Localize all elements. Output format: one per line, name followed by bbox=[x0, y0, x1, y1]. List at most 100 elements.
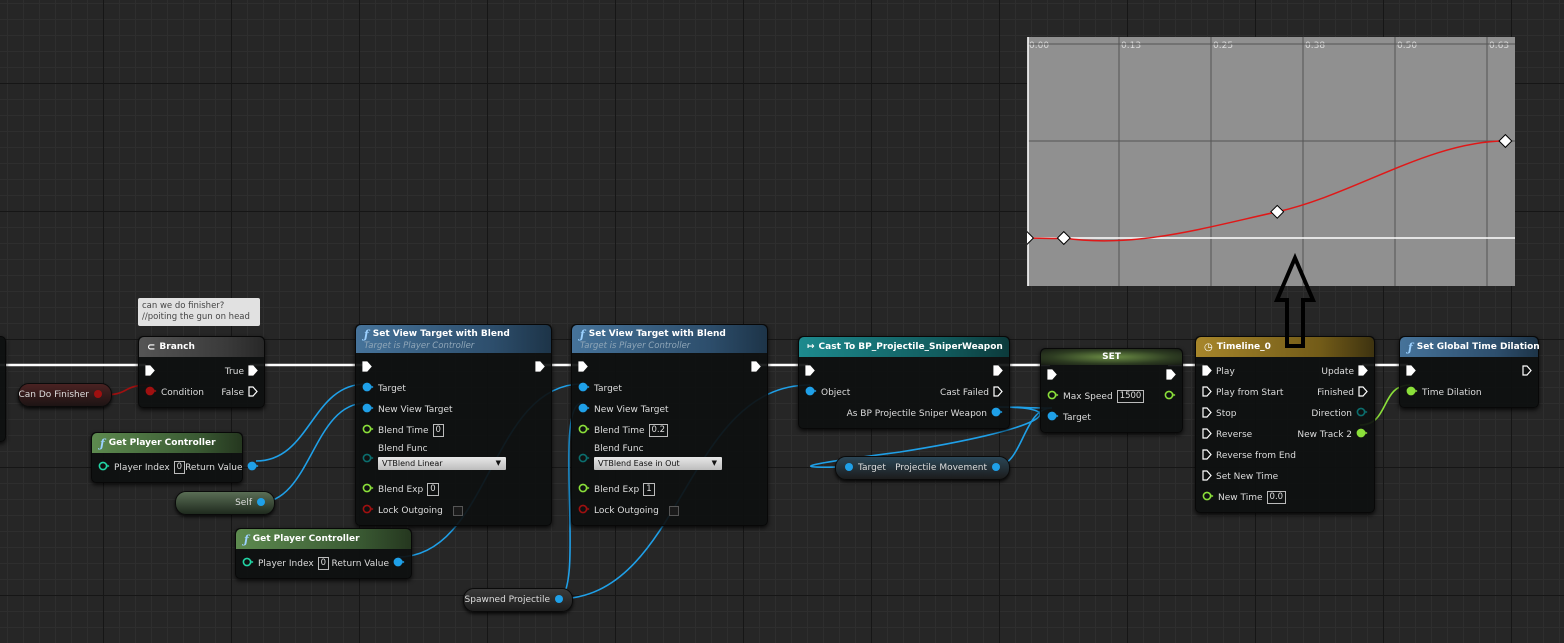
object-pin-icon[interactable] bbox=[362, 382, 374, 395]
node-header[interactable]: ƒ Set Global Time Dilation bbox=[1400, 337, 1540, 357]
object-pin-icon[interactable] bbox=[991, 462, 1001, 475]
exec-pin-icon[interactable] bbox=[578, 360, 588, 375]
exec-pin-icon[interactable] bbox=[535, 360, 545, 375]
exec-pin-icon[interactable] bbox=[1202, 385, 1212, 400]
curve-graph[interactable]: 0.00 0.13 0.25 0.38 0.50 0.63 bbox=[1027, 37, 1515, 286]
pin-row bbox=[356, 357, 551, 378]
node-branch-0[interactable]: ⊂ Branch True Condition False bbox=[138, 336, 265, 408]
pin-value-input[interactable]: 0 bbox=[173, 461, 186, 474]
object-pin-icon[interactable] bbox=[805, 386, 817, 399]
enum-pin-icon[interactable] bbox=[578, 453, 590, 466]
exec-pin-icon[interactable] bbox=[1202, 427, 1212, 442]
pin-label: Target bbox=[858, 463, 886, 473]
exec-pin-icon[interactable] bbox=[248, 385, 258, 400]
pin-value-input[interactable]: 0 bbox=[317, 557, 330, 570]
object-pin-icon[interactable] bbox=[247, 461, 259, 474]
bool-pin-icon[interactable] bbox=[362, 504, 374, 517]
node-timeline-0-7[interactable]: ◷ Timeline_0 Play Update Play from Start Fini… bbox=[1195, 336, 1375, 513]
float-pin-icon[interactable] bbox=[1406, 386, 1418, 399]
node-set-6[interactable]: SET Max Speed 1500 Target bbox=[1040, 348, 1183, 433]
float-pin-icon[interactable] bbox=[578, 424, 590, 437]
object-pin-icon[interactable] bbox=[1047, 411, 1059, 424]
exec-pin-icon[interactable] bbox=[1406, 364, 1416, 379]
exec-pin-icon[interactable] bbox=[362, 360, 372, 375]
float-pin-icon[interactable] bbox=[1356, 428, 1368, 441]
offscreen-node[interactable] bbox=[0, 336, 6, 442]
object-pin-icon[interactable] bbox=[393, 557, 405, 570]
pin-checkbox[interactable] bbox=[452, 505, 463, 516]
node-header[interactable]: ƒ Set View Target with Blend Target is Pla… bbox=[572, 325, 767, 353]
node-header[interactable]: ƒ Set View Target with Blend Target is Pla… bbox=[356, 325, 551, 353]
curve-key[interactable] bbox=[1498, 133, 1513, 149]
enum-pin-icon[interactable] bbox=[1356, 407, 1368, 420]
pin-value-input[interactable]: 0.0 bbox=[1266, 491, 1287, 504]
float-pin-icon[interactable] bbox=[578, 483, 590, 496]
object-pin-icon[interactable] bbox=[578, 403, 590, 416]
exec-pin-icon[interactable] bbox=[1202, 448, 1212, 463]
pin-checkbox[interactable] bbox=[668, 505, 679, 516]
enum-pin-icon[interactable] bbox=[362, 453, 374, 466]
exec-pin-icon[interactable] bbox=[1358, 364, 1368, 379]
exec-pin-icon[interactable] bbox=[1358, 385, 1368, 400]
curve-key[interactable] bbox=[1270, 204, 1285, 219]
pin-value-input[interactable]: 1500 bbox=[1116, 390, 1145, 403]
object-pin-icon[interactable] bbox=[578, 382, 590, 395]
node-header[interactable]: ⊂ Branch bbox=[139, 337, 264, 357]
exec-pin-icon[interactable] bbox=[751, 360, 761, 375]
pin-value-input[interactable]: 0 bbox=[432, 424, 444, 437]
timeline-curve-preview[interactable]: 0.00 0.13 0.25 0.38 0.50 0.63 bbox=[1027, 37, 1515, 286]
variable-spawned-projectile[interactable]: Spawned Projectile bbox=[463, 588, 573, 612]
blend-func-dropdown[interactable]: VTBlend Ease in Out ▼ bbox=[594, 457, 722, 470]
node-get-player-controller-1[interactable]: ƒ Get Player Controller Player Index 0 Retur… bbox=[91, 432, 259, 483]
variable-projectile-movement[interactable]: Target Projectile Movement bbox=[835, 456, 1010, 480]
curve-key[interactable] bbox=[1027, 230, 1035, 246]
bool-pin-icon[interactable] bbox=[93, 389, 103, 402]
float-pin-icon[interactable] bbox=[1047, 390, 1059, 403]
pin-value-input[interactable]: 0 bbox=[427, 483, 439, 496]
float-pin-icon[interactable] bbox=[362, 483, 374, 496]
object-pin-icon[interactable] bbox=[256, 497, 266, 510]
object-pin-icon[interactable] bbox=[991, 407, 1003, 420]
variable-self[interactable]: Self bbox=[175, 491, 275, 515]
int-pin-icon[interactable] bbox=[98, 461, 110, 474]
exec-pin-icon[interactable] bbox=[1047, 368, 1057, 383]
object-pin-icon[interactable] bbox=[362, 403, 374, 416]
bool-pin-icon[interactable] bbox=[578, 504, 590, 517]
pin-value-input[interactable]: 0.2 bbox=[648, 424, 669, 437]
object-pin-icon[interactable] bbox=[554, 594, 564, 607]
node-cast-to-bp-projectile-sniperweapon-5[interactable]: ↦ Cast To BP_Projectile_SniperWeapon Objec… bbox=[798, 336, 1010, 429]
exec-pin-icon[interactable] bbox=[1166, 368, 1176, 383]
bool-pin-icon[interactable] bbox=[145, 386, 157, 399]
exec-pin-icon[interactable] bbox=[1202, 406, 1212, 421]
chevron-down-icon: ▼ bbox=[495, 459, 501, 467]
exec-pin-icon[interactable] bbox=[805, 364, 815, 379]
float-pin-icon[interactable] bbox=[1164, 390, 1176, 403]
node-header[interactable]: ƒ Get Player Controller bbox=[92, 433, 242, 453]
curve-key[interactable] bbox=[1056, 230, 1071, 246]
int-pin-icon[interactable] bbox=[242, 557, 254, 570]
object-pin-icon[interactable] bbox=[844, 462, 854, 475]
float-pin-icon[interactable] bbox=[1202, 491, 1214, 504]
node-get-player-controller-3[interactable]: ƒ Get Player Controller Player Index 0 Retur… bbox=[235, 528, 412, 579]
node-set-global-time-dilation-8[interactable]: ƒ Set Global Time Dilation Time Dilation bbox=[1399, 336, 1540, 408]
comment-bubble[interactable]: can we do finisher? //poiting the gun on… bbox=[138, 298, 260, 326]
exec-pin-icon[interactable] bbox=[993, 364, 1003, 379]
exec-pin-icon[interactable] bbox=[1522, 364, 1532, 379]
pin-value-input[interactable]: 1 bbox=[643, 483, 655, 496]
node-header[interactable]: SET bbox=[1041, 349, 1182, 365]
float-pin-icon[interactable] bbox=[362, 424, 374, 437]
exec-pin-icon[interactable] bbox=[1202, 364, 1212, 379]
chevron-down-icon: ▼ bbox=[711, 459, 717, 467]
node-header[interactable]: ƒ Get Player Controller bbox=[236, 529, 411, 549]
variable-can-do-finisher[interactable]: Can Do Finisher bbox=[18, 383, 112, 407]
node-header[interactable]: ↦ Cast To BP_Projectile_SniperWeapon bbox=[799, 337, 1009, 357]
exec-pin-icon[interactable] bbox=[993, 385, 1003, 400]
exec-pin-icon[interactable] bbox=[145, 364, 155, 379]
exec-pin-icon[interactable] bbox=[248, 364, 258, 379]
pin-row: Stop Direction bbox=[1196, 403, 1374, 424]
pin-row: True bbox=[139, 361, 264, 382]
blend-func-dropdown[interactable]: VTBlend Linear ▼ bbox=[378, 457, 506, 470]
node-set-view-target-with-blend-2[interactable]: ƒ Set View Target with Blend Target is Pla… bbox=[355, 324, 552, 526]
node-set-view-target-with-blend-4[interactable]: ƒ Set View Target with Blend Target is Pla… bbox=[571, 324, 768, 526]
exec-pin-icon[interactable] bbox=[1202, 469, 1212, 484]
